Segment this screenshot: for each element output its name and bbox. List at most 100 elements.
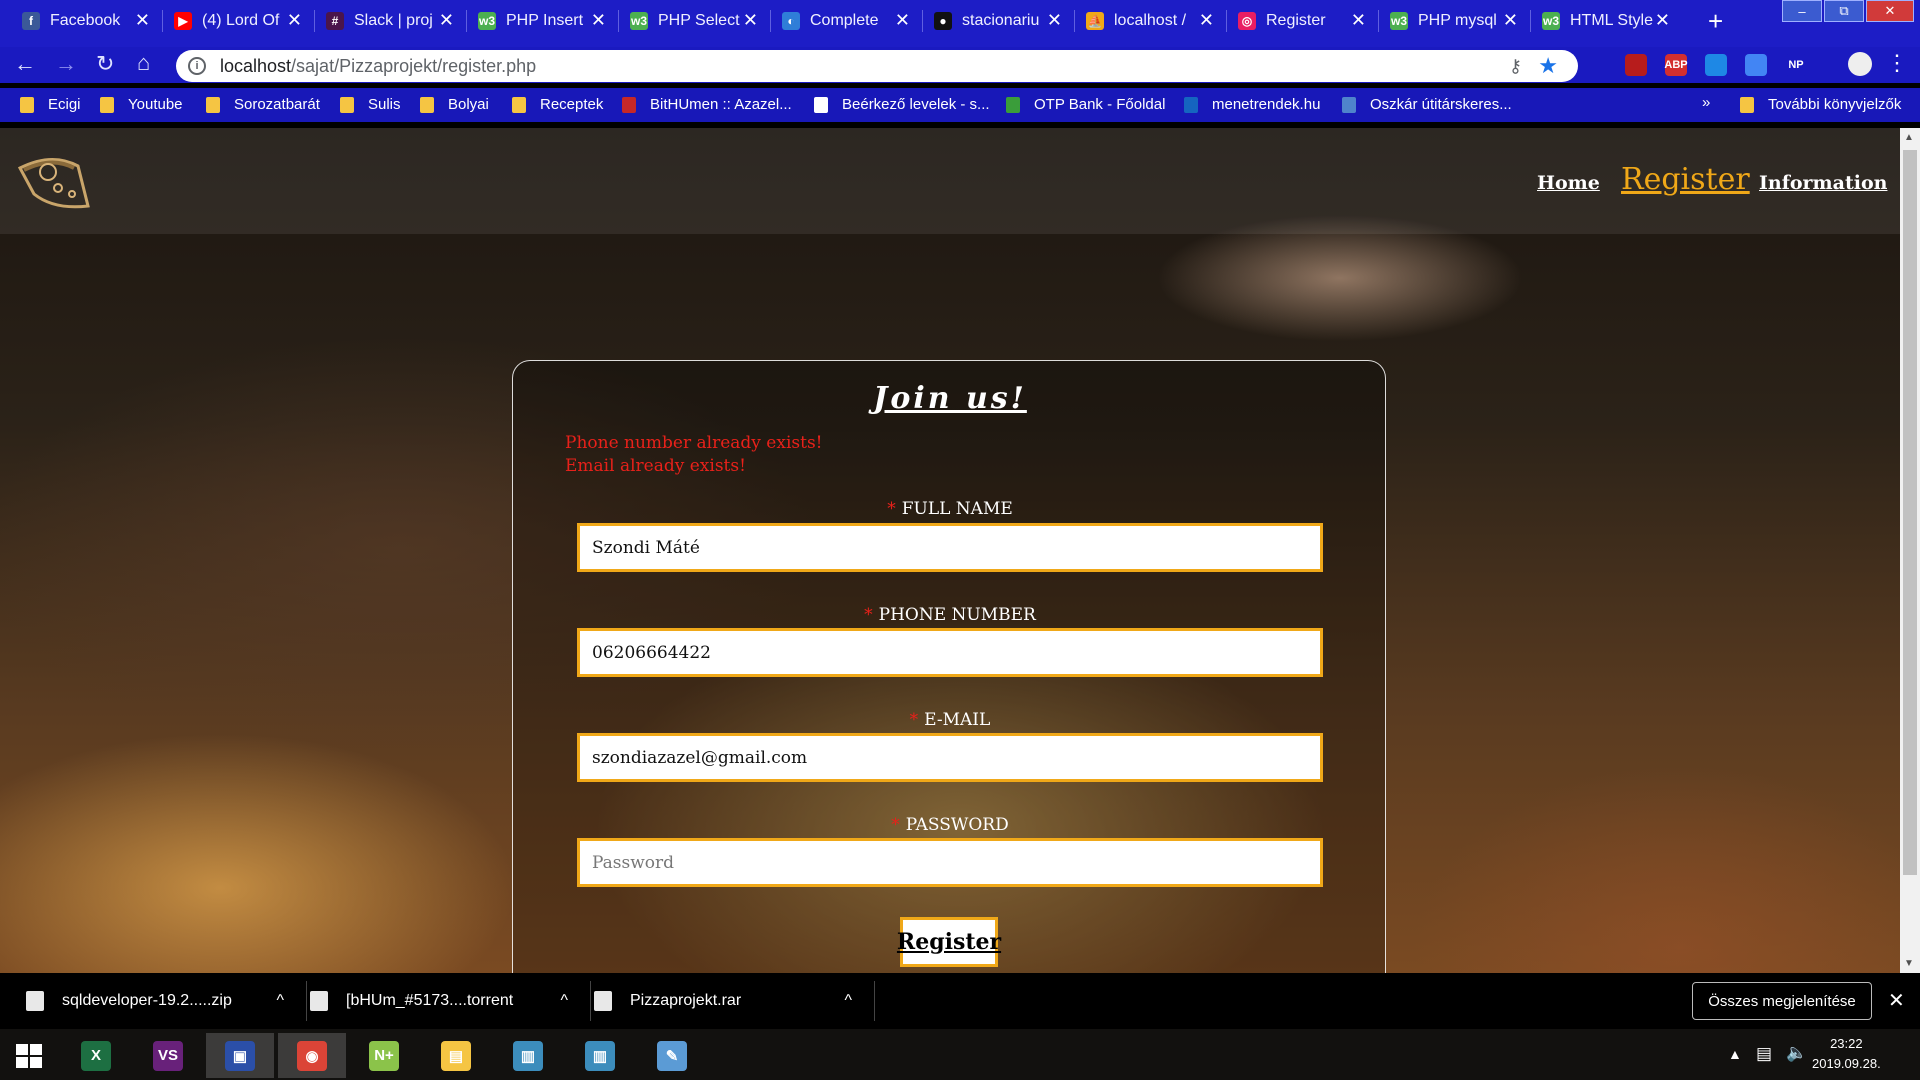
tab-close-icon[interactable]: ✕ [1351,10,1366,31]
volume-icon[interactable]: 🔈 [1786,1043,1807,1063]
torrent-icon [310,991,328,1011]
register-button[interactable]: Register [897,917,1001,967]
page-icon: ◎ [1238,12,1256,30]
chevron-up-icon[interactable]: ^ [844,992,852,1010]
adblock-icon[interactable]: ABP [1664,54,1688,76]
tab-close-icon[interactable]: ✕ [1199,10,1214,31]
bookmark-star-icon[interactable]: ★ [1538,53,1558,79]
home-icon[interactable]: ⌂ [137,50,150,76]
full-name-input[interactable] [577,523,1323,572]
translate-icon[interactable] [1745,54,1767,76]
browser-tab[interactable]: f Facebook ✕ [12,0,162,42]
bookmark-ext-icon[interactable] [1705,54,1727,76]
close-window-button[interactable]: ✕ [1866,0,1914,22]
bookmarks-overflow-button[interactable]: » [1702,94,1710,111]
password-key-icon[interactable]: ⚷ [1509,56,1522,77]
url-text[interactable]: localhost/sajat/Pizzaprojekt/register.ph… [220,56,536,77]
site-info-icon[interactable]: i [188,57,206,75]
taskbar-app[interactable]: ◉ [278,1033,346,1078]
nav-information-link[interactable]: Information [1759,172,1887,194]
minimize-button[interactable]: – [1782,0,1822,22]
tab-close-icon[interactable]: ✕ [895,10,910,31]
scroll-down-icon[interactable]: ▼ [1904,958,1914,969]
bookmark-item[interactable]: menetrendek.hu [1184,96,1320,113]
taskbar-app[interactable]: ▥ [494,1033,562,1078]
download-item[interactable]: sqldeveloper-19.2.....zip ^ [26,973,296,1029]
reload-icon[interactable]: ↻ [96,51,114,77]
scrollbar-thumb[interactable] [1903,150,1917,875]
taskbar-app[interactable]: VS [134,1033,202,1078]
phone-number-input[interactable] [577,628,1323,677]
browser-tab[interactable]: ● stacionariu ✕ [924,0,1074,42]
taskbar-app[interactable]: X [62,1033,130,1078]
start-button[interactable] [0,1033,58,1078]
phpmyadmin-icon: ⛵ [1086,12,1104,30]
back-icon[interactable]: ← [14,51,36,77]
tab-close-icon[interactable]: ✕ [1047,10,1062,31]
browser-tab[interactable]: w3 PHP mysql ✕ [1380,0,1530,42]
taskbar-app[interactable]: ▤ [422,1033,490,1078]
tab-close-icon[interactable]: ✕ [1503,10,1518,31]
download-item[interactable]: [bHUm_#5173....torrent ^ [310,973,580,1029]
bookmark-item[interactable]: OTP Bank - Főoldal [1006,96,1165,113]
browser-tab[interactable]: w3 PHP Insert ✕ [468,0,618,42]
tab-close-icon[interactable]: ✕ [591,10,606,31]
taskbar-app[interactable]: N+ [350,1033,418,1078]
tab-close-icon[interactable]: ✕ [1655,10,1670,31]
bookmark-item[interactable]: BitHUmen :: Azazel... [622,96,792,113]
download-item[interactable]: Pizzaprojekt.rar ^ [594,973,864,1029]
menu-icon[interactable]: ⋮ [1886,50,1908,76]
chevron-up-icon[interactable]: ^ [560,992,568,1010]
email-input[interactable] [577,733,1323,782]
close-icon[interactable]: ✕ [1888,988,1905,1013]
password-input[interactable] [577,838,1323,887]
browser-tab[interactable]: w3 HTML Style ✕ [1532,0,1682,42]
address-bar[interactable]: i localhost/sajat/Pizzaprojekt/register.… [176,50,1578,82]
clock-date: 2019.09.28. [1812,1056,1881,1071]
bookmark-item[interactable]: Sorozatbarát [206,96,320,113]
bookmark-label: Ecigi [48,96,81,113]
system-clock[interactable]: 23:22 2019.09.28. [1812,1034,1881,1074]
taskbar-app[interactable]: ▥ [566,1033,634,1078]
profile-avatar[interactable] [1848,52,1872,76]
browser-tab[interactable]: ▶ (4) Lord Of ✕ [164,0,314,42]
pdf-icon[interactable] [1625,54,1647,76]
bookmark-item[interactable]: Youtube [100,96,183,113]
tab-title: (4) Lord Of [202,12,280,29]
tab-close-icon[interactable]: ✕ [439,10,454,31]
restore-button[interactable]: ⧉ [1824,0,1864,22]
browser-tab[interactable]: ◐ Complete ✕ [772,0,922,42]
bookmark-item[interactable]: Bolyai [420,96,489,113]
tab-separator [466,10,467,32]
tab-close-icon[interactable]: ✕ [743,10,758,31]
taskbar-app[interactable]: ✎ [638,1033,706,1078]
required-mark: * [864,605,873,625]
tab-title: localhost / [1114,12,1187,29]
bookmark-item[interactable]: Oszkár útitárskeres... [1342,96,1512,113]
forward-icon[interactable]: → [55,51,77,77]
nav-home-link[interactable]: Home [1537,172,1600,194]
tray-overflow-icon[interactable]: ▲ [1728,1046,1742,1062]
tab-close-icon[interactable]: ✕ [287,10,302,31]
bookmark-label: OTP Bank - Főoldal [1034,96,1166,113]
browser-tab[interactable]: ⛵ localhost / ✕ [1076,0,1226,42]
nav-register-link[interactable]: Register [1621,162,1750,197]
chevron-up-icon[interactable]: ^ [276,992,284,1010]
bookmark-item[interactable]: Receptek [512,96,603,113]
bookmark-item[interactable]: Sulis [340,96,401,113]
bookmark-item[interactable]: Ecigi [20,96,81,113]
scroll-up-icon[interactable]: ▲ [1904,132,1914,143]
bookmark-item[interactable]: Beérkező levelek - s... [814,96,990,113]
np-icon[interactable]: NP [1785,54,1807,76]
network-icon[interactable]: ▤ [1756,1044,1772,1064]
taskbar-app[interactable]: ▣ [206,1033,274,1078]
browser-tab[interactable]: w3 PHP Select ✕ [620,0,770,42]
tab-title: stacionariu [962,12,1040,29]
browser-tab[interactable]: ◎ Register ✕ [1228,0,1378,42]
other-bookmarks[interactable]: További könyvjelzők [1740,96,1901,113]
show-all-downloads-button[interactable]: Összes megjelenítése [1692,982,1872,1020]
browser-tab[interactable]: # Slack | proj ✕ [316,0,466,42]
new-tab-button[interactable]: + [1708,6,1723,37]
pizza-logo-icon[interactable] [14,148,90,216]
tab-close-icon[interactable]: ✕ [135,10,150,31]
